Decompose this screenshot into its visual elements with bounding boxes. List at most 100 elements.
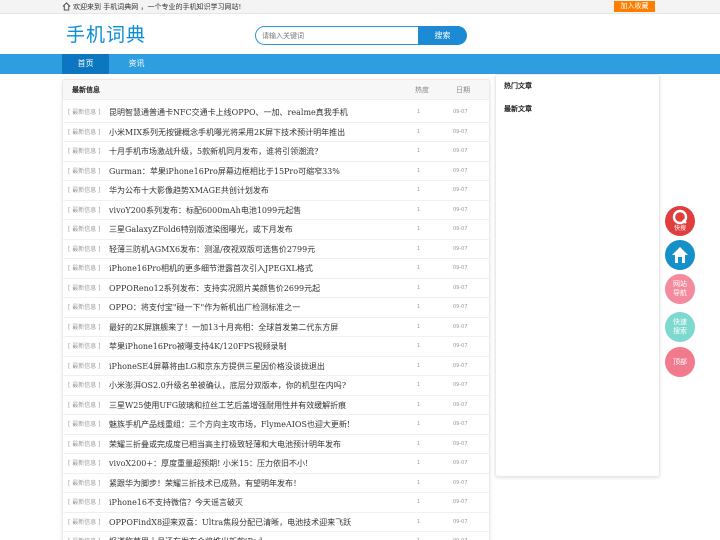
news-title-link[interactable]: 报道称苹果十月还有发布会将推出新款iPad	[109, 532, 409, 540]
site-nav-button[interactable]: 网站 导航	[665, 274, 695, 304]
news-date: 09-07	[453, 382, 468, 388]
news-row: [ 最新信息 ] OPPOReno12系列发布：支持实况照片美颜售价2699元起 1…	[63, 279, 489, 298]
news-row: [ 最新信息 ] 轻薄三防机AGMX6发布：测温/夜视双版可选售价2799元 1 09…	[63, 240, 489, 259]
nav-item-home[interactable]: 首页	[62, 54, 109, 74]
news-category[interactable]: [ 最新信息 ]	[68, 493, 101, 512]
news-category[interactable]: [ 最新信息 ]	[68, 279, 101, 298]
panel-title: 最新信息	[72, 86, 100, 94]
news-title-link[interactable]: iPhone16Pro相机的更多细节泄露首次引入JPEGXL格式	[109, 259, 409, 278]
news-date: 09-07	[453, 343, 468, 349]
back-to-top-button[interactable]: 顶部	[665, 347, 695, 377]
nav-item-news[interactable]: 资讯	[113, 54, 160, 74]
news-category[interactable]: [ 最新信息 ]	[68, 513, 101, 532]
news-title-link[interactable]: 昆明智慧通普通卡NFC交通卡上线OPPO、一加、realme真我手机	[109, 103, 409, 122]
news-date: 09-07	[453, 304, 468, 310]
news-title-link[interactable]: vivoY200系列发布：标配6000mAh电池1099元起售	[109, 201, 409, 220]
news-category[interactable]: [ 最新信息 ]	[68, 201, 101, 220]
news-heat: 1	[417, 226, 421, 232]
news-category[interactable]: [ 最新信息 ]	[68, 259, 101, 278]
news-title-link[interactable]: Gurman：苹果iPhone16Pro屏幕边框相比于15Pro可缩窄33%	[109, 162, 409, 181]
news-heat: 1	[417, 109, 421, 115]
sidebar: 热门文章 最新文章	[495, 74, 660, 477]
back-to-top-label: 顶部	[673, 358, 687, 366]
news-category[interactable]: [ 最新信息 ]	[68, 454, 101, 473]
news-category[interactable]: [ 最新信息 ]	[68, 181, 101, 200]
news-date: 09-07	[453, 479, 468, 486]
news-category[interactable]: [ 最新信息 ]	[68, 220, 101, 239]
news-title-link[interactable]: 紧跟华为脚步！荣耀三折技术已成熟，有望明年发布！	[109, 474, 409, 493]
news-row: [ 最新信息 ] 小米MIX系列无按键概念手机曝光将采用2K屏下技术预计明年推出 1…	[63, 123, 489, 142]
news-heat: 1	[417, 401, 421, 408]
home-button[interactable]	[665, 240, 695, 270]
news-title-link[interactable]: 荣耀三折叠或完成度已相当高主打极致轻薄和大电池预计明年发布	[109, 435, 409, 454]
news-row: [ 最新信息 ] 十月手机市场激战升级，5款新机同月发布，谁将引领潮流? 1 09-0…	[63, 142, 489, 162]
news-heat: 1	[417, 187, 421, 193]
news-category[interactable]: [ 最新信息 ]	[68, 240, 101, 259]
news-title-link[interactable]: OPPO：将支付宝"碰一下"作为新机出厂检测标准之一	[109, 298, 409, 317]
news-date: 09-07	[453, 187, 468, 193]
news-title-link[interactable]: vivoX200+：厚度重量超预期! 小米15：压力依旧不小!	[109, 454, 409, 473]
news-category[interactable]: [ 最新信息 ]	[68, 532, 101, 540]
news-title-link[interactable]: 小米MIX系列无按键概念手机曝光将采用2K屏下技术预计明年推出	[109, 123, 409, 142]
news-title-link[interactable]: OPPOFindX8迎来双喜：Ultra焦段分配已清晰，电池技术迎来飞跃	[109, 513, 409, 532]
home-icon	[672, 247, 688, 263]
news-date: 09-07	[453, 206, 468, 213]
news-category[interactable]: [ 最新信息 ]	[68, 103, 101, 122]
news-category[interactable]: [ 最新信息 ]	[68, 318, 101, 337]
news-heat: 1	[417, 323, 421, 330]
news-title-link[interactable]: 轻薄三防机AGMX6发布：测温/夜视双版可选售价2799元	[109, 240, 409, 259]
news-title-link[interactable]: 魅族手机产品线重组：三个方向主攻市场，FlymeAIOS也迎大更新!	[109, 415, 409, 434]
news-category[interactable]: [ 最新信息 ]	[68, 357, 101, 376]
news-row: [ 最新信息 ] iPhone16Pro相机的更多细节泄露首次引入JPEGXL格式…	[63, 259, 489, 279]
news-title-link[interactable]: 苹果iPhone16Pro被曝支持4K/120FPS视频录制	[109, 337, 409, 356]
news-row: [ 最新信息 ] 华为公布十大影像趋势XMAGE共创计划发布 1 09-07	[63, 181, 489, 201]
news-category[interactable]: [ 最新信息 ]	[68, 337, 101, 356]
news-category[interactable]: [ 最新信息 ]	[68, 474, 101, 493]
news-heat: 1	[417, 148, 421, 154]
news-date: 09-07	[453, 421, 468, 427]
news-category[interactable]: [ 最新信息 ]	[68, 162, 101, 181]
news-category[interactable]: [ 最新信息 ]	[68, 142, 101, 161]
news-date: 09-07	[453, 518, 468, 525]
news-title-link[interactable]: OPPOReno12系列发布：支持实况照片美颜售价2699元起	[109, 279, 409, 298]
main-nav: 首页 资讯	[0, 54, 720, 74]
news-date: 09-07	[453, 460, 468, 466]
news-heat: 1	[417, 479, 421, 486]
news-title-link[interactable]: iPhone16不支持微信？今天谣言破灭	[109, 493, 409, 512]
news-title-link[interactable]: 华为公布十大影像趋势XMAGE共创计划发布	[109, 181, 409, 200]
news-title-link[interactable]: 三星W25使用UFG玻璃和拉丝工艺后盖增强耐用性并有效缓解折痕	[109, 396, 409, 415]
news-title-link[interactable]: 十月手机市场激战升级，5款新机同月发布，谁将引领潮流?	[109, 142, 409, 161]
news-heat: 1	[417, 304, 421, 310]
news-title-link[interactable]: 最好的2K屏旗舰来了！一加13十月亮相：全球首发第二代东方屏	[109, 318, 409, 337]
news-title-link[interactable]: 小米澎湃OS2.0升级名单被确认，底层分双版本，你的机型在内吗?	[109, 376, 409, 395]
news-category[interactable]: [ 最新信息 ]	[68, 415, 101, 434]
news-category[interactable]: [ 最新信息 ]	[68, 298, 101, 317]
news-category[interactable]: [ 最新信息 ]	[68, 435, 101, 454]
add-favorite-button[interactable]: 加入收藏	[614, 1, 655, 12]
quick-search-label: 快搜	[673, 225, 686, 232]
news-date: 09-07	[453, 109, 468, 115]
news-heat: 1	[417, 343, 421, 349]
search-input[interactable]	[262, 27, 412, 45]
latest-news-panel: 最新信息 热度 日期 [ 最新信息 ] 昆明智慧通普通卡NFC交通卡上线OPPO、…	[62, 79, 490, 540]
news-date: 09-07	[453, 245, 468, 252]
news-date: 09-07	[453, 440, 468, 447]
quick-search-button[interactable]: 快搜	[665, 206, 695, 236]
news-date: 09-07	[453, 148, 468, 154]
news-category[interactable]: [ 最新信息 ]	[68, 376, 101, 395]
news-heat: 1	[417, 518, 421, 525]
fast-search-button[interactable]: 快速 搜索	[665, 312, 695, 342]
news-date: 09-07	[453, 499, 468, 505]
news-category[interactable]: [ 最新信息 ]	[68, 123, 101, 142]
news-heat: 1	[417, 532, 420, 540]
news-row: [ 最新信息 ] OPPOFindX8迎来双喜：Ultra焦段分配已清晰，电池技术…	[63, 513, 489, 532]
search-button[interactable]: 搜索	[418, 26, 467, 45]
news-heat: 1	[417, 382, 421, 388]
news-row: [ 最新信息 ] vivoY200系列发布：标配6000mAh电池1099元起售 1…	[63, 201, 489, 220]
news-title-link[interactable]: 三星GalaxyZFold6特别版渲染图曝光，或下月发布	[109, 220, 409, 239]
latest-articles-title: 最新文章	[504, 105, 532, 113]
news-date: 09-07	[453, 323, 468, 330]
news-title-link[interactable]: iPhoneSE4屏幕将由LG和京东方提供三星因价格没谈拢退出	[109, 357, 409, 376]
site-logo[interactable]: 手机词典	[66, 20, 146, 47]
news-category[interactable]: [ 最新信息 ]	[68, 396, 101, 415]
